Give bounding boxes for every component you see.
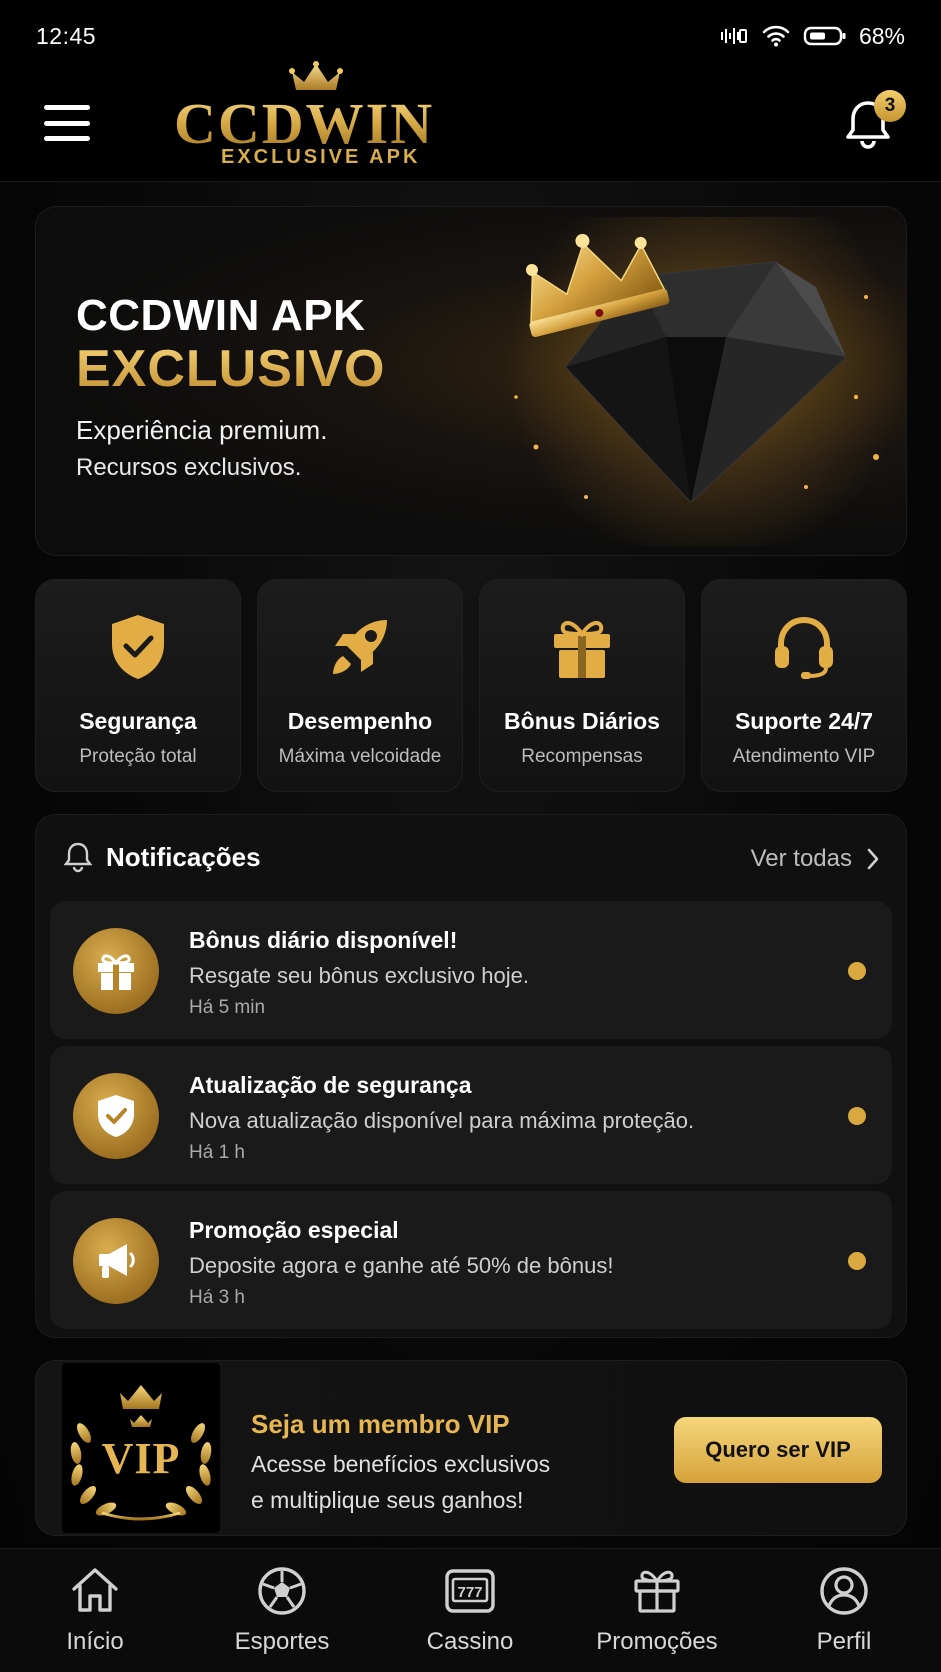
vibrate-icon (720, 28, 747, 44)
feature-cards: Segurança Proteção total Desempenho Máxi… (35, 579, 907, 792)
svg-text:777: 777 (457, 1584, 482, 1601)
notification-title: Promoção especial (189, 1217, 399, 1243)
brand-logo[interactable]: CCDWIN EXCLUSIVE APK (170, 60, 470, 182)
hero-title-accent: EXCLUSIVO (76, 340, 386, 398)
notification-count-badge: 3 (874, 90, 906, 122)
nav-label: Esportes (234, 1628, 330, 1655)
nav-item-profile[interactable]: Perfil (750, 1549, 938, 1672)
vip-emblem: VIP (62, 1363, 220, 1533)
nav-item-home[interactable]: Início (1, 1549, 189, 1672)
home-icon (72, 1568, 118, 1612)
feature-subtitle: Proteção total (79, 746, 197, 767)
vip-banner: VIP Seja um membro VIP Acesse benefícios… (35, 1360, 907, 1536)
feature-title: Desempenho (287, 708, 433, 734)
shield-check-icon (98, 1095, 134, 1137)
notification-item[interactable]: Promoção especial Deposite agora e ganhe… (50, 1191, 892, 1329)
feature-card-security[interactable]: Segurança Proteção total (35, 579, 241, 792)
feature-card-daily-bonus[interactable]: Bônus Diários Recompensas (479, 579, 685, 792)
app-header: CCDWIN EXCLUSIVE APK (0, 60, 941, 182)
shield-check-icon (112, 615, 164, 679)
megaphone-icon (99, 1244, 135, 1278)
feature-card-performance[interactable]: Desempenho Máxima velcoidade (257, 579, 463, 792)
nav-label: Perfil (816, 1628, 872, 1655)
notification-time: Há 5 min (189, 997, 266, 1018)
slot-machine-icon: 777 (445, 1569, 495, 1613)
logo-tagline: EXCLUSIVE APK (221, 146, 421, 168)
menu-line (44, 120, 90, 126)
bottom-navigation: Início Esportes 777 Cassino Promoções Pe… (0, 1548, 941, 1672)
notification-description: Deposite agora e ganhe até 50% de bônus! (189, 1253, 614, 1278)
feature-title: Bônus Diários (504, 708, 660, 734)
unread-dot (848, 1252, 866, 1270)
feature-title: Suporte 24/7 (734, 708, 874, 734)
gift-icon (98, 954, 134, 990)
hero-subtitle-line1: Experiência premium. (76, 415, 328, 445)
nav-item-promotions[interactable]: Promoções (563, 1549, 751, 1672)
notification-icon-badge (73, 1218, 159, 1304)
notification-title: Bônus diário disponível! (189, 927, 458, 953)
vip-title: Seja um membro VIP (251, 1409, 510, 1439)
vip-description-line1: Acesse benefícios exclusivos (251, 1451, 551, 1477)
see-all-label: Ver todas (750, 845, 852, 872)
crown-icon (289, 61, 343, 90)
gift-icon (634, 1570, 680, 1613)
notification-icon-badge (73, 928, 159, 1014)
nav-label: Cassino (426, 1628, 514, 1655)
hero-banner[interactable]: CCDWIN APK EXCLUSIVO Experiência premium… (35, 206, 907, 556)
bell-icon (64, 842, 92, 873)
feature-subtitle: Recompensas (521, 746, 643, 767)
notification-item[interactable]: Bônus diário disponível! Resgate seu bôn… (50, 901, 892, 1039)
nav-item-sports[interactable]: Esportes (188, 1549, 376, 1672)
menu-line (44, 105, 90, 110)
hero-subtitle-line2: Recursos exclusivos. (76, 454, 302, 481)
notifications-header: Notificações (64, 841, 261, 873)
status-time: 12:45 (36, 22, 97, 49)
vip-emblem-text: VIP (101, 1434, 181, 1483)
unread-dot (848, 1107, 866, 1125)
menu-button[interactable] (44, 105, 90, 141)
notification-icon-badge (73, 1073, 159, 1159)
hero-title: CCDWIN APK (76, 291, 366, 340)
nav-label: Início (66, 1628, 124, 1655)
nav-label: Promoções (596, 1628, 718, 1655)
menu-line (44, 136, 90, 141)
headset-icon (775, 616, 833, 679)
battery-percent: 68% (858, 22, 905, 49)
battery-icon (803, 26, 846, 46)
notification-time: Há 1 h (189, 1142, 245, 1163)
soccer-ball-icon (258, 1567, 306, 1615)
see-all-link[interactable]: Ver todas (751, 845, 880, 873)
chevron-right-icon (867, 848, 879, 870)
crown-diamond-illustration (506, 217, 906, 547)
notification-description: Resgate seu bônus exclusivo hoje. (189, 963, 529, 988)
wifi-icon (762, 25, 790, 47)
unread-dot (848, 962, 866, 980)
notification-description: Nova atualização disponível para máxima … (189, 1108, 695, 1133)
notification-title: Atualização de segurança (189, 1072, 472, 1098)
rocket-icon (333, 620, 387, 674)
app-screen: 12:45 68% CCDWIN EXCLUSIVE APK 3 CCDWIN … (0, 0, 941, 1672)
notification-time: Há 3 h (189, 1287, 245, 1308)
notifications-panel: Notificações Ver todas Bônus diário disp… (35, 814, 907, 1338)
become-vip-button[interactable]: Quero ser VIP (674, 1417, 882, 1483)
notifications-title: Notificações (106, 841, 261, 872)
gift-icon (554, 621, 610, 678)
status-icons: 68% (719, 23, 905, 50)
feature-subtitle: Atendimento VIP (732, 746, 876, 767)
feature-card-support[interactable]: Suporte 24/7 Atendimento VIP (701, 579, 907, 792)
feature-subtitle: Máxima velcoidade (278, 746, 442, 767)
user-icon (820, 1567, 868, 1615)
feature-title: Segurança (79, 708, 197, 734)
notification-item[interactable]: Atualização de segurança Nova atualizaçã… (50, 1046, 892, 1184)
nav-item-casino[interactable]: 777 Cassino (376, 1549, 564, 1672)
vip-description-line2: e multiplique seus ganhos! (251, 1487, 524, 1513)
